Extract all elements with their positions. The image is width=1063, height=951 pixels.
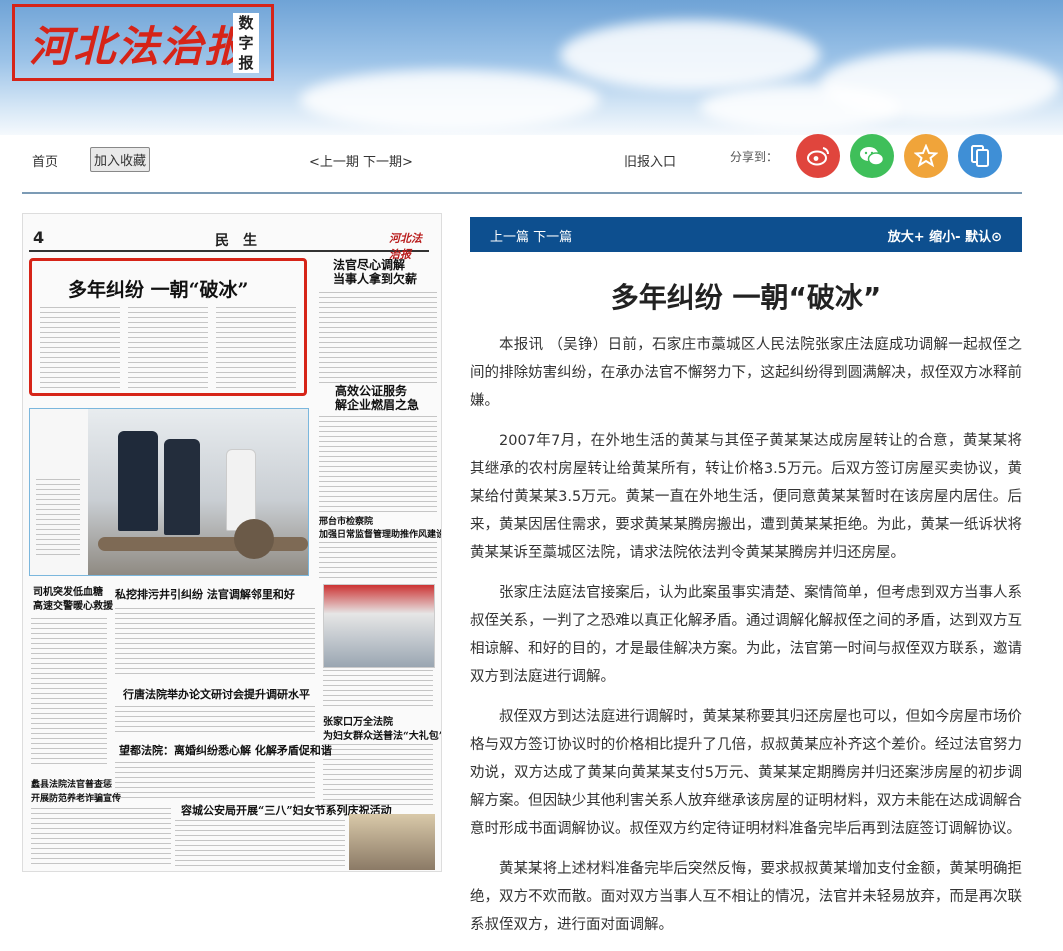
newspaper-page-image[interactable]: 4 民 生 河北法治报 多年纠纷 一朝“破冰” 法官尽心调解 当事人拿到欠薪 高… bbox=[22, 213, 442, 872]
paper-headline[interactable]: 张家口万全法院 为妇女群众送普法“大礼包” bbox=[323, 716, 441, 744]
paper-headline[interactable]: 法官尽心调解 当事人拿到欠薪 bbox=[333, 258, 417, 286]
paper-headline[interactable]: 望都法院：离婚纠纷悉心解 化解矛盾促和谐 bbox=[119, 742, 332, 758]
archive-link[interactable]: 旧报入口 bbox=[624, 151, 676, 170]
issue-navigation[interactable]: <上一期 下一期> bbox=[309, 151, 413, 170]
article-title: 多年纠纷 一朝“破冰” bbox=[610, 281, 882, 314]
top-nav: 首页 加入收藏 <上一期 下一期> 旧报入口 分享到： bbox=[22, 134, 1022, 194]
logo-subtitle: 数字报 bbox=[233, 13, 259, 73]
paper-headline[interactable]: 蠡县法院法官普查惩 开展防范养老诈骗宣传 bbox=[31, 778, 121, 806]
paper-headline[interactable]: 高效公证服务 解企业燃眉之急 bbox=[335, 384, 419, 412]
article-prev-next[interactable]: 上一篇 下一篇 bbox=[490, 226, 572, 245]
wechat-icon[interactable] bbox=[850, 134, 894, 178]
paper-headline[interactable]: 行唐法院举办论文研讨会提升调研水平 bbox=[123, 686, 310, 702]
paper-text-block bbox=[323, 744, 433, 806]
paper-text-block bbox=[31, 808, 171, 868]
paper-page-number: 4 bbox=[33, 228, 45, 247]
paper-page-header: 4 民 生 河北法治报 bbox=[29, 226, 429, 261]
article-paragraph: 2007年7月，在外地生活的黄某与其侄子黄某某达成房屋转让的合意，黄某某将其继承… bbox=[470, 433, 1022, 561]
cloud-decoration bbox=[700, 85, 900, 130]
paper-text-block bbox=[323, 670, 433, 710]
mobile-icon[interactable] bbox=[958, 134, 1002, 178]
paper-headline[interactable]: 司机突发低血糖 高速交警暖心救援 bbox=[33, 586, 113, 614]
paper-text-block bbox=[40, 307, 298, 389]
article-paragraph: 叔侄双方到达法庭进行调解时，黄某某称要其归还房屋也可以，但如今房屋市场价格与双方… bbox=[470, 709, 1022, 837]
header-banner: 河北法治报 数字报 bbox=[0, 0, 1063, 135]
home-link[interactable]: 首页 bbox=[32, 151, 58, 170]
paper-text-block bbox=[175, 820, 345, 868]
paper-text-block bbox=[319, 542, 437, 580]
paper-section-name: 民 生 bbox=[215, 233, 257, 249]
paper-headline[interactable]: 私挖排污井引纠纷 法官调解邻里和好 bbox=[115, 586, 295, 602]
cloud-decoration bbox=[300, 70, 600, 130]
article-body: 本报讯 （吴铮）日前，石家庄市藁城区人民法院张家庄法庭成功调解一起叔侄之间的排除… bbox=[470, 331, 1022, 951]
article-paragraph: 黄某某将上述材料准备完毕后突然反悔，要求叔叔黄某增加支付金额，黄某明确拒绝，双方… bbox=[470, 861, 1022, 933]
paper-text-block bbox=[115, 762, 315, 802]
paper-lead-title: 多年纠纷 一朝“破冰” bbox=[68, 279, 249, 301]
share-label: 分享到： bbox=[730, 150, 779, 164]
paper-text-block bbox=[115, 706, 315, 736]
cloud-decoration bbox=[560, 20, 820, 90]
article-toolbar: 上一篇 下一篇 放大+ 缩小- 默认⊙ bbox=[470, 217, 1022, 252]
paper-headline[interactable]: 邢台市检察院 加强日常监督管理助推作风建设 bbox=[319, 514, 441, 540]
bookmark-button[interactable]: 加入收藏 bbox=[90, 147, 151, 172]
logo-text: 河北法治报 bbox=[29, 22, 250, 71]
star-icon[interactable] bbox=[904, 134, 948, 178]
paper-photo bbox=[349, 814, 435, 870]
zoom-controls[interactable]: 放大+ 缩小- 默认⊙ bbox=[888, 226, 1002, 245]
article-paragraph: 本报讯 （吴铮）日前，石家庄市藁城区人民法院张家庄法庭成功调解一起叔侄之间的排除… bbox=[470, 337, 1022, 409]
site-logo[interactable]: 河北法治报 数字报 bbox=[12, 4, 274, 81]
paper-text-block bbox=[115, 608, 315, 674]
paper-text-block bbox=[319, 292, 437, 384]
paper-text-block bbox=[319, 416, 437, 516]
article-paragraph: 张家庄法庭法官接案后，认为此案虽事实清楚、案情简单，但考虑到双方当事人系叔侄关系… bbox=[470, 585, 1022, 685]
selected-article-area[interactable]: 多年纠纷 一朝“破冰” bbox=[29, 258, 307, 396]
paper-text-block bbox=[31, 618, 107, 768]
weibo-icon[interactable] bbox=[796, 134, 840, 178]
paper-photo bbox=[323, 584, 435, 668]
paper-photo bbox=[29, 408, 309, 576]
